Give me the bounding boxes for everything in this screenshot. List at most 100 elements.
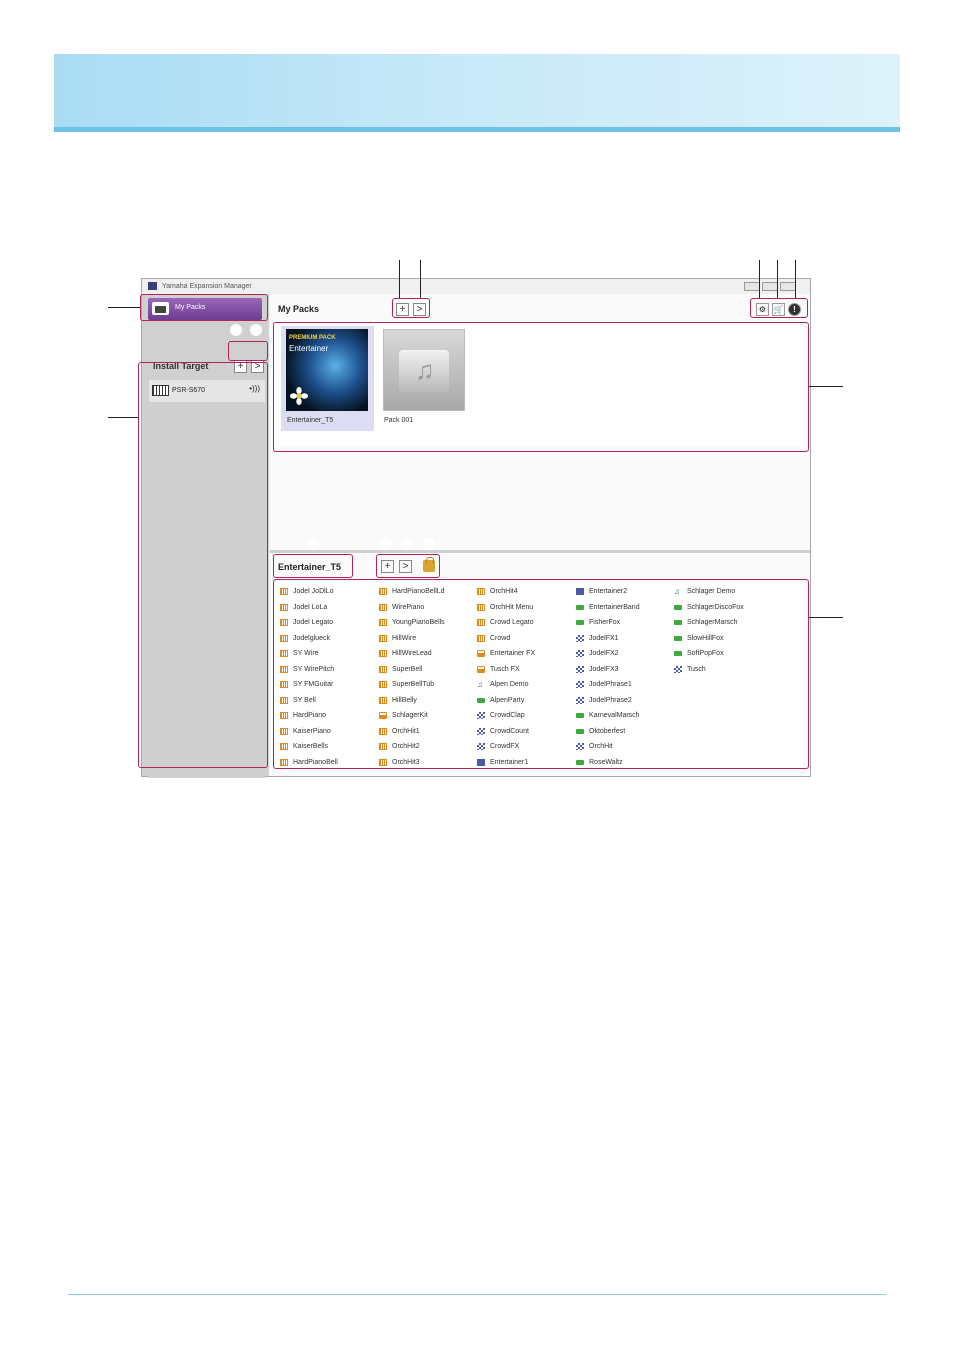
callout-line [108, 417, 138, 418]
content-item[interactable]: SoftPopFox [673, 646, 771, 662]
content-item[interactable]: Crowd [476, 631, 574, 647]
content-item[interactable]: CrowdCount [476, 724, 574, 740]
target-item[interactable]: PSR-S670 •))) [149, 380, 265, 402]
content-item[interactable]: Jodel LoLa [279, 600, 377, 616]
piano-icon [280, 727, 288, 735]
content-item[interactable]: WirePiano [378, 600, 476, 616]
content-item[interactable]: JodelFX2 [575, 646, 673, 662]
content-item[interactable]: SlowHillFox [673, 631, 771, 647]
content-item[interactable]: JodelFX3 [575, 662, 673, 678]
content-item[interactable]: HardPiano [279, 708, 377, 724]
content-item-label: Tusch [687, 665, 706, 673]
folder-icon [152, 302, 169, 315]
info-icon[interactable]: ! [788, 303, 801, 316]
content-item[interactable]: KaiserBells [279, 739, 377, 755]
content-item[interactable]: JodelPhrase2 [575, 693, 673, 709]
content-item[interactable]: OrchHit Menu [476, 600, 574, 616]
content-item[interactable]: YoungPianoBells [378, 615, 476, 631]
content-column: Jodel JoDlLo Jodel LoLa Jodel Legato Jodelg… [279, 584, 377, 770]
callout-line [795, 260, 796, 298]
content-item[interactable]: SchlagerMarsch [673, 615, 771, 631]
content-item[interactable]: Jodel Legato [279, 615, 377, 631]
content-item[interactable]: Tusch FX [476, 662, 574, 678]
style-icon [576, 604, 584, 611]
content-next-button[interactable]: > [399, 560, 412, 573]
content-item[interactable]: SchlagerDiscoFox [673, 600, 771, 616]
content-item[interactable]: SY Wire [279, 646, 377, 662]
content-item[interactable]: CrowdFX [476, 739, 574, 755]
content-item[interactable]: HardPianoBellLd [378, 584, 476, 600]
callout-line [777, 260, 778, 298]
content-item[interactable]: SY WirePitch [279, 662, 377, 678]
music-note-icon: ♫ [415, 355, 435, 385]
content-item[interactable]: OrchHit [575, 739, 673, 755]
content-item[interactable]: ♫ Schlager Demo [673, 584, 771, 600]
cart-icon[interactable]: 🛒 [772, 303, 785, 316]
content-item[interactable]: KaiserPiano [279, 724, 377, 740]
content-item[interactable]: Crowd Legato [476, 615, 574, 631]
content-item[interactable]: HillBelly [378, 693, 476, 709]
target-next-button[interactable]: > [251, 360, 264, 373]
style-icon [674, 650, 682, 657]
content-item[interactable]: Entertainer1 [476, 755, 574, 771]
content-item-label: JodelFX1 [589, 634, 619, 642]
pack-item[interactable]: PREMIUM PACK Entertainer Entertainer_T5 [281, 326, 374, 431]
content-item[interactable]: HillWire [378, 631, 476, 647]
content-item-label: OrchHit4 [490, 588, 518, 595]
content-item[interactable]: KarnevalMarsch [575, 708, 673, 724]
maximize-button[interactable] [762, 282, 778, 291]
minimize-button[interactable] [744, 282, 760, 291]
content-item-label: HardPiano [293, 712, 327, 719]
content-item[interactable]: OrchHit3 [378, 755, 476, 771]
content-item[interactable]: Entertainer FX [476, 646, 574, 662]
content-item[interactable]: Jodel JoDlLo [279, 584, 377, 600]
pack-item[interactable]: ♫ Pack 001 [378, 326, 471, 431]
my-packs-button[interactable]: My Packs [148, 298, 262, 320]
content-item[interactable]: OrchHit1 [378, 724, 476, 740]
pack-next-button[interactable]: > [413, 303, 426, 316]
content-item[interactable]: JodelFX1 [575, 631, 673, 647]
content-item-label: OrchHit Menu [490, 603, 534, 611]
content-item-label: OrchHit1 [392, 727, 420, 735]
content-item[interactable]: OrchHit4 [476, 584, 574, 600]
content-item[interactable]: OrchHit2 [378, 739, 476, 755]
content-item[interactable]: SuperBellTub [378, 677, 476, 693]
content-item[interactable]: RoseWaltz [575, 755, 673, 771]
content-item[interactable]: AlpenParty [476, 693, 574, 709]
content-item-label: FisherFox [589, 619, 621, 626]
my-packs-label: My Packs [175, 304, 206, 311]
content-item[interactable]: FisherFox [575, 615, 673, 631]
gear-icon[interactable]: ⚙ [756, 303, 769, 316]
grid-icon [674, 665, 682, 673]
content-item[interactable]: SY FMGuitar [279, 677, 377, 693]
lock-icon[interactable] [423, 557, 435, 572]
content-item[interactable]: Tusch [673, 662, 771, 678]
content-item[interactable]: SY Bell [279, 693, 377, 709]
close-button[interactable] [780, 282, 796, 291]
content-item[interactable]: Oktoberfest [575, 724, 673, 740]
add-pack-button[interactable]: + [396, 303, 409, 316]
content-item[interactable]: HillWireLead [378, 646, 476, 662]
content-item[interactable]: Entertainer2 [575, 584, 673, 600]
grid-icon [477, 712, 485, 719]
content-item[interactable]: HardPianoBell [279, 755, 377, 771]
content-item[interactable]: CrowdClap [476, 708, 574, 724]
add-target-button[interactable]: + [234, 360, 247, 373]
content-item[interactable]: SuperBell [378, 662, 476, 678]
content-item-label: Entertainer2 [589, 588, 628, 595]
content-item[interactable]: JodelPhrase1 [575, 677, 673, 693]
piano-icon [379, 681, 387, 688]
content-item[interactable]: Jodelglueck [279, 631, 377, 647]
content-item-label: SchlagerKit [392, 712, 428, 719]
content-item-label: CrowdCount [490, 727, 529, 735]
add-content-button[interactable]: + [381, 560, 394, 573]
splitter[interactable] [270, 550, 810, 553]
style-icon [576, 712, 584, 719]
title-bar: Yamaha Expansion Manager [142, 279, 810, 294]
edelweiss-icon [290, 387, 308, 405]
content-item[interactable]: SchlagerKit [378, 708, 476, 724]
content-item[interactable]: EntertainerBand [575, 600, 673, 616]
piano-icon [379, 743, 387, 750]
content-item[interactable]: ♫ Alpen Demo [476, 677, 574, 693]
doc-icon [477, 758, 485, 766]
